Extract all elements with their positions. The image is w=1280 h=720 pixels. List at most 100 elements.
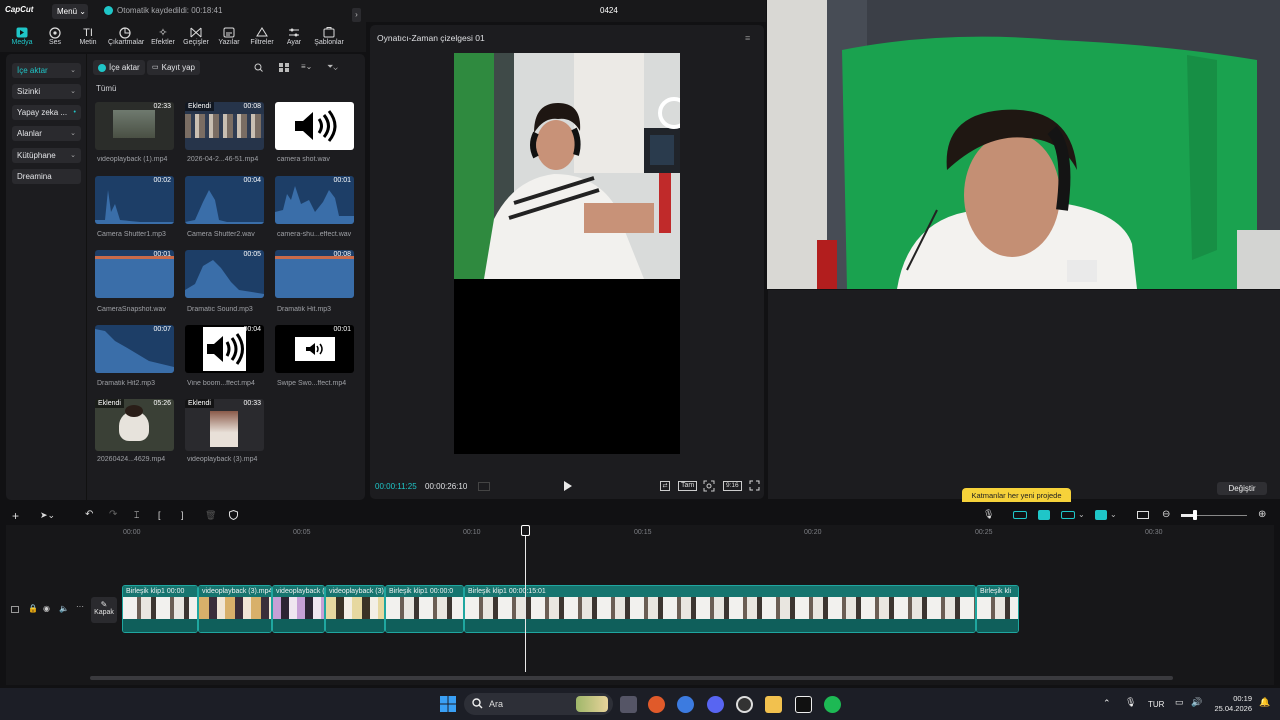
tab-stickers[interactable]: Çıkartmalar <box>108 26 144 52</box>
zoom-out-icon[interactable]: ⊖ <box>1162 509 1170 520</box>
playhead-handle[interactable] <box>521 525 530 536</box>
tab-filters[interactable]: Filtreler <box>245 26 279 52</box>
sidebar-item-yours[interactable]: Sizinki ⌄ <box>12 84 81 99</box>
linkage-icon[interactable] <box>1061 511 1075 519</box>
change-button[interactable]: Değiştir <box>1217 482 1267 495</box>
clock[interactable]: 00:19 25.04.2026 <box>1212 694 1252 714</box>
media-item[interactable]: 00:08 <box>275 250 354 298</box>
sync-icon[interactable]: ⇄ <box>660 481 670 491</box>
track-visibility-icon[interactable] <box>11 606 19 613</box>
network-icon[interactable]: ▭ <box>1175 697 1184 708</box>
tab-adjust[interactable]: Ayar <box>277 26 311 52</box>
filter-icon[interactable]: ⏷⌄ <box>327 62 338 72</box>
microphone-icon[interactable]: 🎙 <box>1125 697 1136 708</box>
focus-icon[interactable] <box>703 480 715 492</box>
browser-icon[interactable] <box>648 696 665 713</box>
playhead[interactable] <box>525 526 526 672</box>
media-item[interactable]: 00:05 <box>185 250 264 298</box>
media-item[interactable] <box>275 102 354 150</box>
timeline-clip[interactable]: videoplayback (3) <box>325 585 385 633</box>
media-item[interactable]: 00:01 <box>275 325 354 373</box>
main-track[interactable]: Birleşik klip1 00:00 videoplayback (3).m… <box>122 585 1019 633</box>
file-explorer-icon[interactable] <box>765 696 782 713</box>
media-item[interactable]: 00:04 <box>185 176 264 224</box>
more-icon[interactable]: ··· <box>76 602 84 611</box>
undo-icon[interactable]: ↶ <box>85 509 93 520</box>
app-icon[interactable] <box>736 696 753 713</box>
preview-axis-icon[interactable] <box>1095 510 1107 520</box>
timeline-clip[interactable]: Birleşik klip1 00:00:15:01 <box>464 585 976 633</box>
filter-all[interactable]: Tümü <box>96 84 116 93</box>
media-item[interactable]: Eklendi 05:26 <box>95 399 174 451</box>
zoom-in-icon[interactable]: ⊕ <box>1258 509 1266 520</box>
timeline-clip[interactable]: videoplayback ( <box>272 585 325 633</box>
menu-button[interactable]: Menü ⌄ <box>52 4 88 19</box>
caption-icon[interactable] <box>1137 511 1149 519</box>
play-button[interactable] <box>563 481 572 491</box>
add-track-icon[interactable]: + <box>12 509 19 523</box>
tab-captions[interactable]: Yazılar <box>212 26 246 52</box>
chevron-up-icon[interactable]: ⌃ <box>1103 698 1111 709</box>
main-track-magnet-icon[interactable] <box>1013 511 1027 519</box>
timeline-clip[interactable]: Birleşik klip1 00:00:0 <box>385 585 464 633</box>
select-tool-icon[interactable]: ➤⌄ <box>40 510 55 521</box>
capcut-icon[interactable] <box>795 696 812 713</box>
chrome-icon[interactable] <box>677 696 694 713</box>
grid-view-icon[interactable] <box>279 63 289 72</box>
microphone-icon[interactable]: 🎙 <box>983 509 994 520</box>
media-item[interactable]: 00:01 <box>275 176 354 224</box>
delete-icon[interactable]: 🗑 <box>205 510 216 521</box>
tab-audio[interactable]: Ses <box>38 26 72 52</box>
volume-icon[interactable]: 🔊 <box>1191 697 1202 708</box>
sort-icon[interactable]: ≡⌄ <box>301 62 312 71</box>
trim-left-icon[interactable]: [ <box>158 510 161 520</box>
zoom-slider-handle[interactable] <box>1193 510 1197 520</box>
cover-button[interactable]: ✎ Kapak <box>91 597 117 623</box>
windows-start-icon[interactable] <box>440 696 456 712</box>
chevron-down-icon[interactable]: ⌄ <box>1078 510 1085 519</box>
timeline-scrollbar[interactable] <box>90 676 1173 680</box>
split-icon[interactable]: ⌶ <box>134 510 139 521</box>
timeline-clip[interactable]: Birleşik kli <box>976 585 1019 633</box>
media-item[interactable]: Eklendi 00:08 <box>185 102 264 150</box>
notification-icon[interactable]: 🔔 <box>1259 697 1270 708</box>
spotify-icon[interactable] <box>824 696 841 713</box>
media-item[interactable]: 00:04 <box>185 325 264 373</box>
trim-right-icon[interactable]: ] <box>181 510 184 520</box>
tab-templates[interactable]: Şablonlar <box>312 26 346 52</box>
import-button[interactable]: İçe aktar <box>93 60 145 75</box>
tab-transitions[interactable]: Geçişler <box>179 26 213 52</box>
chevron-right-icon[interactable]: › <box>352 8 361 22</box>
aspect-ratio-button[interactable]: 9:16 <box>723 481 742 491</box>
auto-snap-icon[interactable] <box>1038 510 1050 520</box>
chevron-down-icon[interactable]: ⌄ <box>1110 510 1117 519</box>
timecode-toggle-icon[interactable] <box>478 482 490 491</box>
sidebar-item-spaces[interactable]: Alanlar ⌄ <box>12 126 81 141</box>
media-item[interactable]: 00:01 <box>95 250 174 298</box>
fullscreen-icon[interactable] <box>749 480 760 491</box>
timeline-clip[interactable]: Birleşik klip1 00:00 <box>122 585 198 633</box>
media-item[interactable]: 00:02 <box>95 176 174 224</box>
lock-icon[interactable]: 🔒 <box>28 604 38 613</box>
sidebar-item-ai[interactable]: Yapay zeka ... • <box>12 105 81 120</box>
tab-text[interactable]: TI Metin <box>71 26 105 52</box>
menu-icon[interactable]: ≡ <box>745 33 750 43</box>
preview-canvas[interactable] <box>454 53 680 454</box>
speaker-icon[interactable]: 🔈 <box>59 604 69 613</box>
shield-icon[interactable] <box>229 510 238 520</box>
media-item[interactable]: 00:07 <box>95 325 174 373</box>
sidebar-item-dreamina[interactable]: Dreamina <box>12 169 81 184</box>
redo-icon[interactable]: ↷ <box>109 509 117 520</box>
discord-icon[interactable] <box>707 696 724 713</box>
search-icon[interactable] <box>254 63 263 72</box>
timeline-clip[interactable]: videoplayback (3).mp4 <box>198 585 272 633</box>
media-item[interactable]: 02:33 <box>95 102 174 150</box>
sidebar-item-import[interactable]: İçe aktar ⌄ <box>12 63 81 78</box>
media-item[interactable]: Eklendi 00:33 <box>185 399 264 451</box>
task-view-icon[interactable] <box>620 696 637 713</box>
sidebar-item-library[interactable]: Kütüphane ⌄ <box>12 148 81 163</box>
full-quality-button[interactable]: Tam <box>678 481 698 491</box>
tab-effects[interactable]: ✧ Efektler <box>146 26 180 52</box>
eye-icon[interactable]: ◉ <box>43 604 50 613</box>
record-button[interactable]: ▭ Kayıt yap <box>147 60 200 75</box>
